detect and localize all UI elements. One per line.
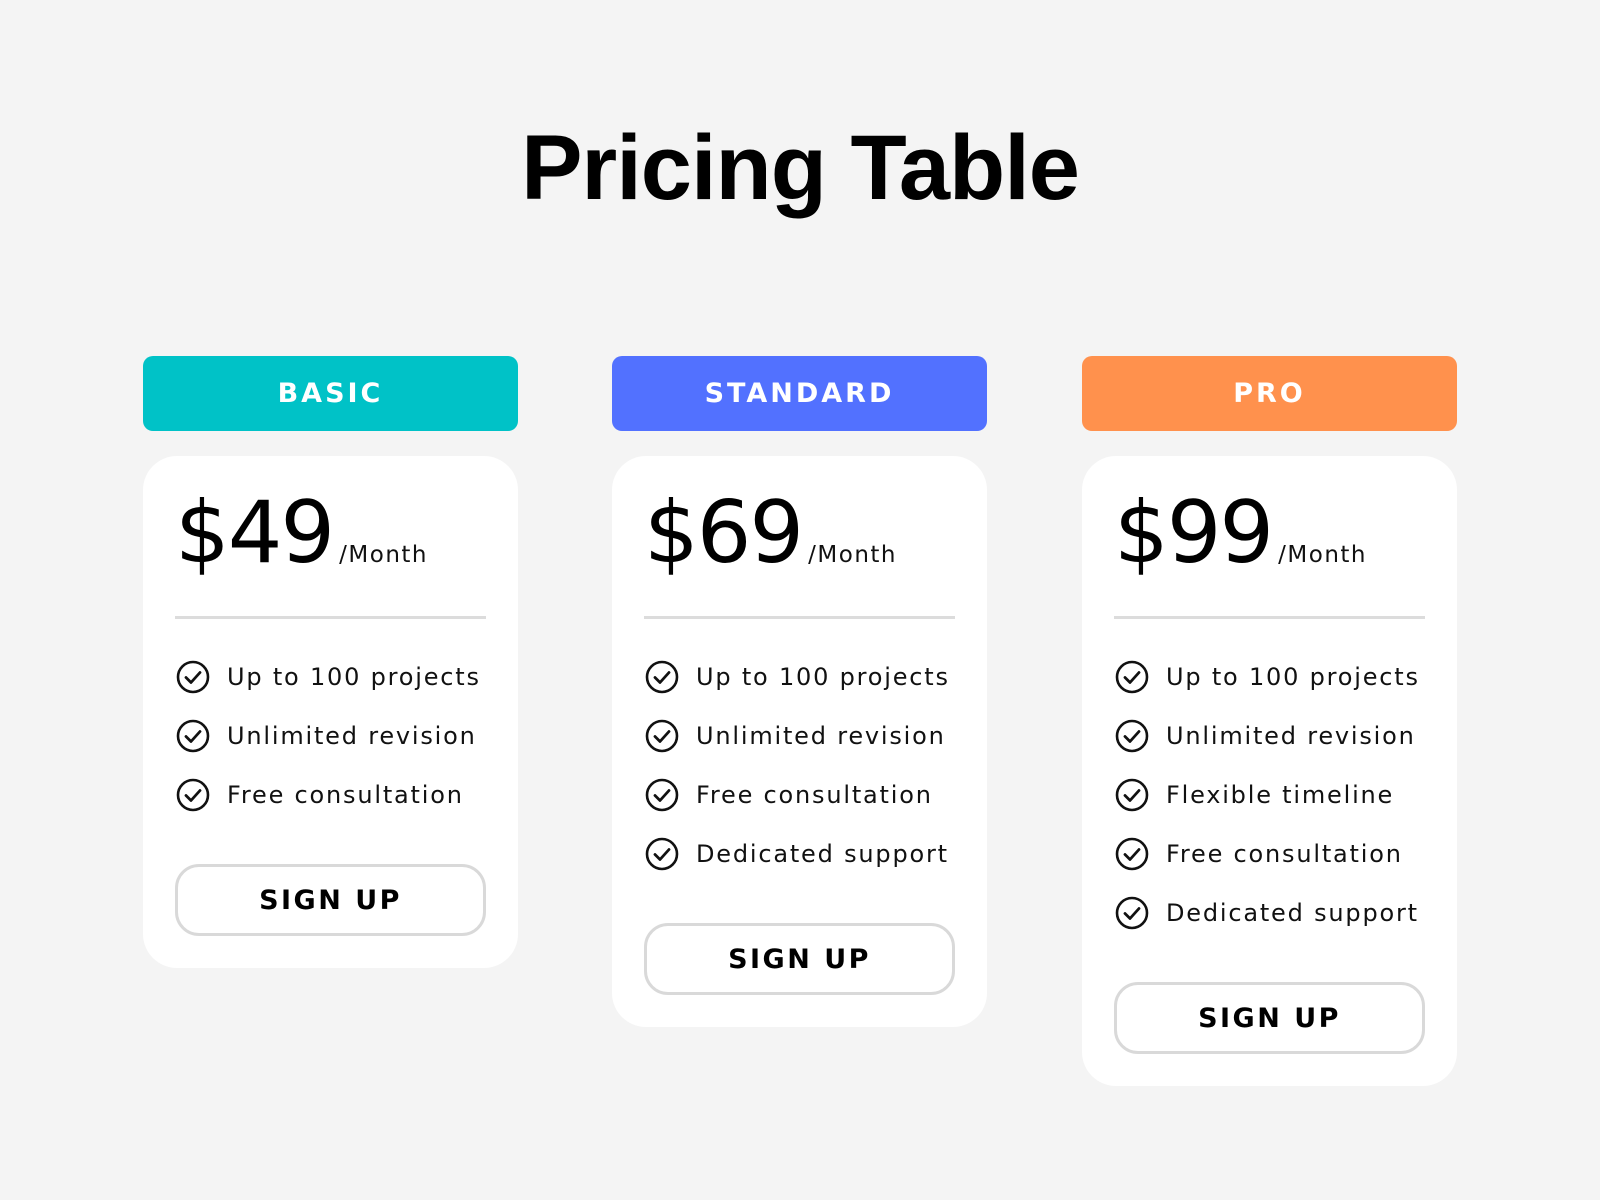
feature-text: Free consultation <box>227 780 464 809</box>
check-circle-icon <box>1114 836 1150 872</box>
divider <box>175 616 486 619</box>
feature-text: Up to 100 projects <box>227 662 481 691</box>
check-circle-icon <box>175 777 211 813</box>
sign-up-button-pro[interactable]: SIGN UP <box>1114 982 1425 1054</box>
plan-tier-badge: PRO <box>1082 356 1457 431</box>
divider <box>644 616 955 619</box>
feature-text: Up to 100 projects <box>696 662 950 691</box>
feature-item: Dedicated support <box>1114 883 1425 942</box>
check-circle-icon <box>1114 659 1150 695</box>
feature-list: Up to 100 projects Unlimited revision Free… <box>175 647 486 824</box>
plan-period: /Month <box>808 542 897 568</box>
feature-item: Unlimited revision <box>1114 706 1425 765</box>
check-circle-icon <box>1114 718 1150 754</box>
feature-text: Unlimited revision <box>1166 721 1416 750</box>
check-circle-icon <box>644 777 680 813</box>
feature-list: Up to 100 projects Unlimited revision Flex… <box>1114 647 1425 942</box>
pricing-plan-standard: STANDARD $69 /Month Up to 100 projects Un… <box>612 356 987 1027</box>
plan-period: /Month <box>1278 542 1367 568</box>
feature-text: Up to 100 projects <box>1166 662 1420 691</box>
pricing-plan-basic: BASIC $49 /Month Up to 100 projects Unlim… <box>143 356 518 968</box>
check-circle-icon <box>1114 895 1150 931</box>
check-circle-icon <box>175 718 211 754</box>
plan-price: $69 <box>644 483 804 583</box>
check-circle-icon <box>644 659 680 695</box>
plan-price: $49 <box>175 483 335 583</box>
price-row: $49 /Month <box>175 484 486 576</box>
plan-name: STANDARD <box>704 378 895 409</box>
plan-card: $99 /Month Up to 100 projects Unlimited r… <box>1082 456 1457 1086</box>
divider <box>1114 616 1425 619</box>
plan-name: BASIC <box>277 378 384 409</box>
feature-item: Unlimited revision <box>175 706 486 765</box>
feature-item: Up to 100 projects <box>1114 647 1425 706</box>
plan-card: $69 /Month Up to 100 projects Unlimited r… <box>612 456 987 1027</box>
feature-item: Up to 100 projects <box>644 647 955 706</box>
feature-item: Up to 100 projects <box>175 647 486 706</box>
check-circle-icon <box>644 718 680 754</box>
plan-tier-badge: BASIC <box>143 356 518 431</box>
feature-text: Dedicated support <box>1166 898 1419 927</box>
sign-up-button-basic[interactable]: SIGN UP <box>175 864 486 936</box>
feature-text: Unlimited revision <box>696 721 946 750</box>
plan-name: PRO <box>1233 378 1306 409</box>
plan-tier-badge: STANDARD <box>612 356 987 431</box>
feature-list: Up to 100 projects Unlimited revision Free… <box>644 647 955 883</box>
plan-card: $49 /Month Up to 100 projects Unlimited r… <box>143 456 518 968</box>
price-row: $99 /Month <box>1114 484 1425 576</box>
feature-item: Flexible timeline <box>1114 765 1425 824</box>
sign-up-button-standard[interactable]: SIGN UP <box>644 923 955 995</box>
plan-price: $99 <box>1114 483 1274 583</box>
feature-item: Free consultation <box>1114 824 1425 883</box>
feature-text: Free consultation <box>696 780 933 809</box>
feature-text: Unlimited revision <box>227 721 477 750</box>
feature-text: Flexible timeline <box>1166 780 1395 809</box>
pricing-plan-pro: PRO $99 /Month Up to 100 projects Unlimit… <box>1082 356 1457 1086</box>
check-circle-icon <box>175 659 211 695</box>
plan-period: /Month <box>339 542 428 568</box>
check-circle-icon <box>1114 777 1150 813</box>
feature-item: Free consultation <box>644 765 955 824</box>
page-title: Pricing Table <box>521 117 1080 219</box>
price-row: $69 /Month <box>644 484 955 576</box>
check-circle-icon <box>644 836 680 872</box>
feature-text: Dedicated support <box>696 839 949 868</box>
feature-item: Unlimited revision <box>644 706 955 765</box>
feature-item: Dedicated support <box>644 824 955 883</box>
feature-text: Free consultation <box>1166 839 1403 868</box>
feature-item: Free consultation <box>175 765 486 824</box>
